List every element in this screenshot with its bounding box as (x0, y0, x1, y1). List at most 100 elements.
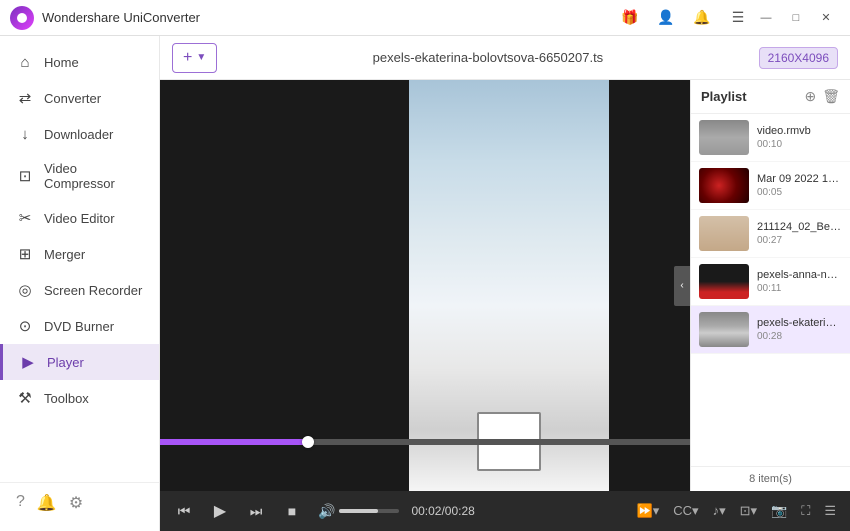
playlist-info-2: Mar 09 2022 10_... 00:05 (757, 173, 842, 198)
speed-button[interactable]: ⏩▾ (633, 501, 664, 521)
settings-icon[interactable]: ⚙ (69, 493, 83, 513)
player-icon: ▶ (19, 353, 37, 371)
playlist-duration-1: 00:10 (757, 139, 842, 150)
sidebar-label-toolbox: Toolbox (44, 391, 89, 406)
downloader-icon: ↓ (16, 125, 34, 143)
subtitle-button[interactable]: CC▾ (669, 501, 702, 521)
playlist-thumb-5 (699, 312, 749, 347)
sidebar-item-player[interactable]: ▶ Player (0, 344, 159, 380)
play-button[interactable]: ▶ (206, 497, 234, 525)
playlist-header: Playlist ⊕ 🗑 (691, 80, 850, 114)
playlist-item-3[interactable]: 211124_02_Beau... 00:27 (691, 210, 850, 258)
window-controls: — □ ✕ (752, 4, 840, 32)
playlist-delete-icon[interactable]: 🗑 (822, 88, 840, 105)
add-icon: + (183, 49, 192, 67)
playlist-toggle-button[interactable]: ☰ (820, 501, 840, 521)
screen-recorder-icon: ◎ (16, 281, 34, 299)
close-button[interactable]: ✕ (812, 4, 840, 32)
gift-icon[interactable]: 🎁 (616, 4, 644, 32)
home-icon: ⌂ (16, 53, 34, 71)
playlist-icon-group: ⊕ 🗑 (804, 88, 840, 105)
menu-icon[interactable]: ☰ (724, 4, 752, 32)
sidebar-label-dvd-burner: DVD Burner (44, 319, 114, 334)
bottom-notification-icon[interactable]: 🔔 (37, 493, 57, 513)
playlist-item-1[interactable]: video.rmvb 00:10 (691, 114, 850, 162)
volume-area: 🔊 (318, 503, 399, 520)
playlist-add-icon[interactable]: ⊕ (804, 88, 816, 105)
toolbar: + ▼ pexels-ekaterina-bolovtsova-6650207.… (160, 36, 850, 80)
maximize-button[interactable]: □ (782, 4, 810, 32)
playlist-thumb-4 (699, 264, 749, 299)
audio-button[interactable]: ♪▾ (709, 501, 730, 521)
playlist-name-3: 211124_02_Beau... (757, 221, 842, 233)
playlist-item-4[interactable]: pexels-anna-nek... 00:11 (691, 258, 850, 306)
time-display: 00:02/00:28 (411, 504, 474, 518)
collapse-playlist-button[interactable]: ‹ (674, 266, 690, 306)
sidebar-label-converter: Converter (44, 91, 101, 106)
add-file-button[interactable]: + ▼ (172, 43, 217, 73)
sidebar-item-merger[interactable]: ⊞ Merger (0, 236, 159, 272)
playlist-count: 8 item(s) (691, 466, 850, 491)
minimize-button[interactable]: — (752, 4, 780, 32)
add-dropdown-icon: ▼ (196, 52, 206, 63)
resolution-badge: 2160X4096 (759, 47, 838, 69)
controls-bar: ⏮ ▶ ⏭ ■ 🔊 00:02/00:28 ⏩▾ CC▾ ♪▾ ⊡▾ 📷 ⛶ ☰ (160, 491, 850, 531)
screenshot-button[interactable]: 📷 (767, 501, 791, 521)
help-icon[interactable]: ? (16, 493, 25, 513)
volume-icon[interactable]: 🔊 (318, 503, 335, 520)
sidebar-label-merger: Merger (44, 247, 85, 262)
controls-right: ⏩▾ CC▾ ♪▾ ⊡▾ 📷 ⛶ ☰ (633, 501, 840, 521)
merger-icon: ⊞ (16, 245, 34, 263)
progress-fill (160, 439, 308, 445)
playlist-panel: Playlist ⊕ 🗑 video.rmvb 00:10 (690, 80, 850, 491)
main-layout: ⌂ Home ⇄ Converter ↓ Downloader ⊡ Video … (0, 36, 850, 531)
sidebar-label-downloader: Downloader (44, 127, 113, 142)
sidebar-item-downloader[interactable]: ↓ Downloader (0, 116, 159, 152)
video-display (160, 80, 690, 491)
playlist-info-5: pexels-ekaterina... 00:28 (757, 317, 842, 342)
playlist-duration-3: 00:27 (757, 235, 842, 246)
sidebar-bottom: ? 🔔 ⚙ (0, 482, 159, 523)
sidebar-item-video-compressor[interactable]: ⊡ Video Compressor (0, 152, 159, 200)
sidebar-item-home[interactable]: ⌂ Home (0, 44, 159, 80)
video-editor-icon: ✂ (16, 209, 34, 227)
converter-icon: ⇄ (16, 89, 34, 107)
next-button[interactable]: ⏭ (242, 497, 270, 525)
player-area: ‹ Playlist ⊕ 🗑 video.rmvb (160, 80, 850, 491)
playlist-name-5: pexels-ekaterina... (757, 317, 842, 329)
playlist-item-5[interactable]: pexels-ekaterina... 00:28 (691, 306, 850, 354)
volume-slider[interactable] (339, 509, 399, 513)
video-center-content (409, 80, 609, 491)
sidebar-item-video-editor[interactable]: ✂ Video Editor (0, 200, 159, 236)
playlist-info-3: 211124_02_Beau... 00:27 (757, 221, 842, 246)
sidebar-item-toolbox[interactable]: ⚒ Toolbox (0, 380, 159, 416)
title-bar: Wondershare UniConverter 🎁 👤 🔔 ☰ — □ ✕ (0, 0, 850, 36)
playlist-item-2[interactable]: Mar 09 2022 10_... 00:05 (691, 162, 850, 210)
sidebar-label-home: Home (44, 55, 79, 70)
sidebar-item-dvd-burner[interactable]: ⊙ DVD Burner (0, 308, 159, 344)
sidebar-label-player: Player (47, 355, 84, 370)
toolbox-icon: ⚒ (16, 389, 34, 407)
playlist-name-4: pexels-anna-nek... (757, 269, 842, 281)
progress-area[interactable] (160, 439, 690, 445)
app-title: Wondershare UniConverter (42, 10, 616, 25)
sidebar-label-video-editor: Video Editor (44, 211, 115, 226)
title-bar-icons: 🎁 👤 🔔 ☰ (616, 4, 752, 32)
video-left-black (160, 80, 409, 491)
playlist-duration-2: 00:05 (757, 187, 842, 198)
sidebar: ⌂ Home ⇄ Converter ↓ Downloader ⊡ Video … (0, 36, 160, 531)
file-title: pexels-ekaterina-bolovtsova-6650207.ts (227, 50, 748, 65)
content-area: + ▼ pexels-ekaterina-bolovtsova-6650207.… (160, 36, 850, 531)
notification-icon[interactable]: 🔔 (688, 4, 716, 32)
crop-button[interactable]: ⊡▾ (736, 501, 761, 521)
prev-button[interactable]: ⏮ (170, 497, 198, 525)
playlist-info-1: video.rmvb 00:10 (757, 125, 842, 150)
stop-button[interactable]: ■ (278, 497, 306, 525)
playlist-duration-4: 00:11 (757, 283, 842, 294)
user-icon[interactable]: 👤 (652, 4, 680, 32)
video-compressor-icon: ⊡ (16, 167, 34, 185)
playlist-duration-5: 00:28 (757, 331, 842, 342)
fullscreen-button[interactable]: ⛶ (797, 501, 814, 521)
sidebar-item-screen-recorder[interactable]: ◎ Screen Recorder (0, 272, 159, 308)
sidebar-item-converter[interactable]: ⇄ Converter (0, 80, 159, 116)
